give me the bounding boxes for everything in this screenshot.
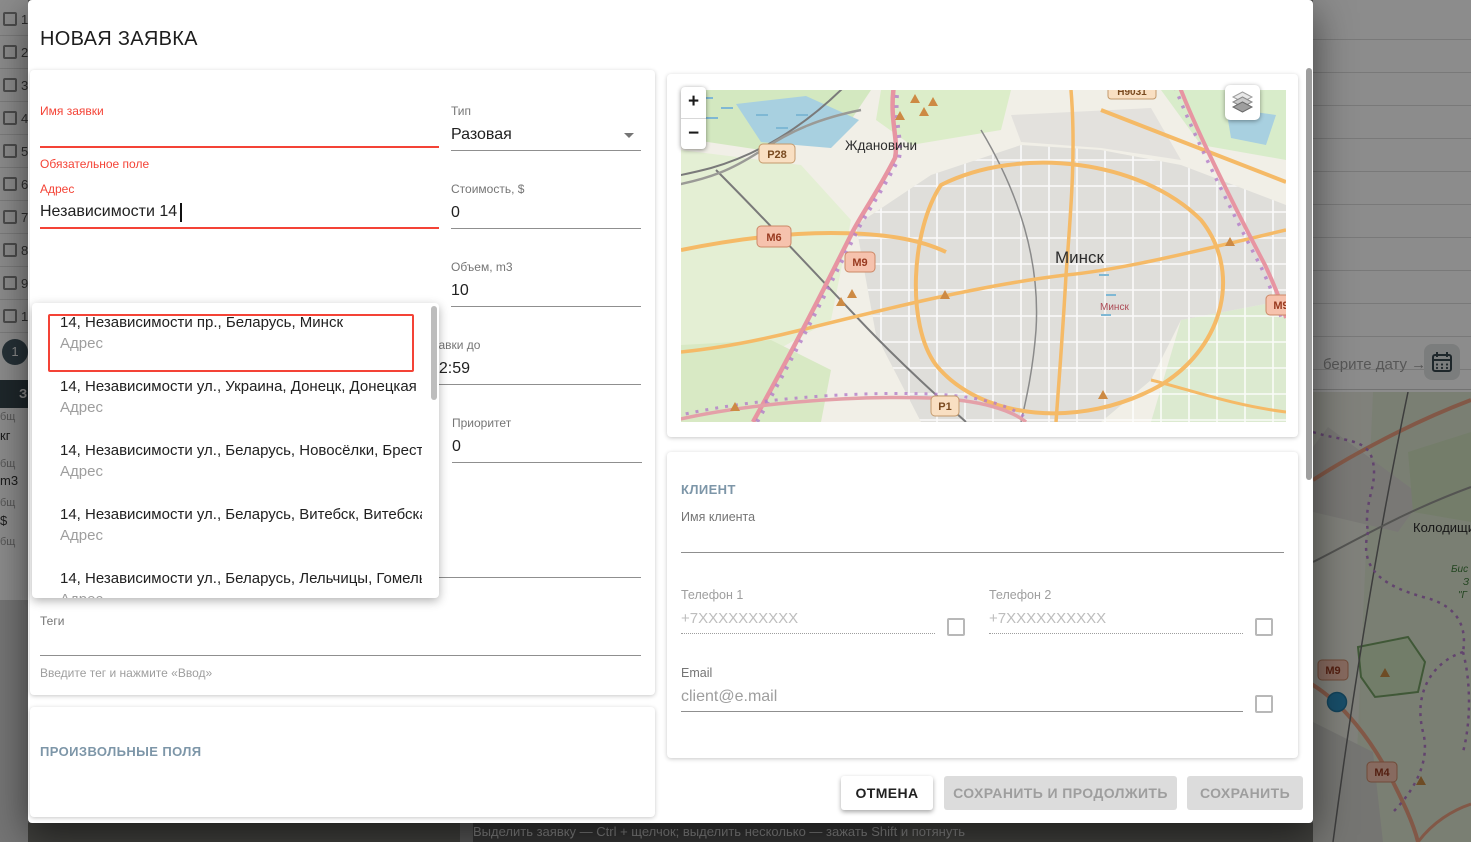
text-cursor: [180, 203, 182, 222]
modal-scrollbar[interactable]: [1306, 68, 1312, 480]
priority-label: Приоритет: [452, 416, 511, 430]
suggestion-title: 14, Независимости ул., Украина, Донецк, …: [60, 378, 422, 395]
suggestion-subtitle: Адрес: [60, 463, 103, 480]
new-order-modal: НОВАЯ ЗАЯВКА Имя заявки Обязательное пол…: [28, 0, 1313, 823]
tags-underline[interactable]: [40, 655, 641, 656]
screen: 1 2 3 4 5 6 7 8 9 10 1 З бщ кг бщ m3 бщ …: [0, 0, 1471, 842]
order-form-card: Имя заявки Обязательное поле Адрес Незав…: [30, 70, 655, 695]
order-name-error: Обязательное поле: [40, 157, 149, 171]
phone1-checkbox[interactable]: [947, 618, 965, 636]
phone2-label: Телефон 2: [989, 588, 1051, 602]
address-underline: [40, 227, 439, 229]
svg-text:М6: М6: [766, 232, 781, 244]
zoom-in-button[interactable]: +: [681, 87, 706, 118]
layers-icon: [1225, 85, 1260, 120]
suggestion-title: 14, Независимости ул., Беларусь, Лельчиц…: [60, 570, 422, 587]
cost-underline: [451, 228, 641, 229]
phone2-checkbox[interactable]: [1255, 618, 1273, 636]
save-and-continue-button[interactable]: СОХРАНИТЬ И ПРОДОЛЖИТЬ: [944, 776, 1177, 810]
suggestion-title: 14, Независимости ул., Беларусь, Витебск…: [60, 506, 422, 523]
type-label: Тип: [451, 104, 471, 118]
suggestion-item[interactable]: 14, Независимости ул., Беларусь, Новосёл…: [32, 431, 439, 495]
email-label: Email: [681, 666, 712, 680]
client-card: КЛИЕНТ Имя клиента Телефон 1 +7XXXXXXXXX…: [667, 452, 1298, 758]
svg-text:М9: М9: [852, 257, 867, 269]
email-input[interactable]: client@e.mail: [681, 688, 777, 706]
volume-input[interactable]: 10: [451, 282, 469, 300]
priority-input[interactable]: 0: [452, 438, 461, 456]
phone2-underline: [989, 633, 1243, 634]
modal-title: НОВАЯ ЗАЯВКА: [40, 28, 198, 51]
order-name-underline[interactable]: [40, 146, 439, 148]
priority-underline: [452, 462, 642, 463]
phone1-underline: [681, 633, 935, 634]
svg-text:Р1: Р1: [938, 401, 951, 413]
cancel-button[interactable]: ОТМЕНА: [841, 776, 933, 810]
address-input[interactable]: Независимости 14: [40, 203, 177, 221]
client-name-underline[interactable]: [681, 552, 1284, 553]
address-suggestions-dropdown: 14, Независимости пр., Беларусь, Минск А…: [32, 303, 439, 598]
suggestion-subtitle: Адрес: [60, 335, 103, 352]
volume-label: Объем, m3: [451, 260, 513, 274]
map-layers-button[interactable]: [1225, 85, 1260, 120]
suggestion-item[interactable]: 14, Независимости ул., Беларусь, Витебск…: [32, 495, 439, 559]
road-badge-p28: Р28: [759, 144, 795, 163]
custom-fields-heading: ПРОИЗВОЛЬНЫЕ ПОЛЯ: [40, 744, 202, 759]
map-card: Ждановичи Минск Минск Н9031 Р28 М6: [667, 74, 1298, 437]
type-select[interactable]: Разовая: [451, 126, 512, 144]
suggestion-item[interactable]: 14, Независимости пр., Беларусь, Минск А…: [32, 303, 439, 367]
suggestion-item[interactable]: 14, Независимости ул., Украина, Донецк, …: [32, 367, 439, 431]
phone2-input[interactable]: +7XXXXXXXXXX: [989, 610, 1106, 627]
order-name-label: Имя заявки: [40, 104, 104, 118]
tags-hint: Введите тег и нажмите «Ввод»: [40, 666, 212, 680]
suggestion-title: 14, Независимости ул., Беларусь, Новосёл…: [60, 442, 422, 459]
custom-fields-card: ПРОИЗВОЛЬНЫЕ ПОЛЯ: [30, 707, 655, 817]
email-checkbox[interactable]: [1255, 695, 1273, 713]
phone1-label: Телефон 1: [681, 588, 743, 602]
road-badge-m9-right: М9: [1266, 295, 1286, 315]
cost-input[interactable]: 0: [451, 204, 460, 222]
road-badge-m6: М6: [757, 226, 791, 247]
client-heading: КЛИЕНТ: [681, 482, 736, 497]
save-button[interactable]: СОХРАНИТЬ: [1187, 776, 1303, 810]
client-name-label: Имя клиента: [681, 510, 755, 524]
map-label-zhdanovichi: Ждановичи: [845, 138, 917, 153]
address-label: Адрес: [40, 182, 74, 196]
svg-text:Р28: Р28: [767, 149, 787, 161]
map[interactable]: Ждановичи Минск Минск Н9031 Р28 М6: [681, 90, 1286, 422]
suggestion-subtitle: Адрес: [60, 527, 103, 544]
suggestion-subtitle: Адрес: [60, 591, 103, 598]
volume-underline: [451, 306, 641, 307]
map-label-minsk: Минск: [1055, 248, 1105, 267]
svg-text:Н9031: Н9031: [1117, 90, 1147, 98]
type-underline: [451, 150, 641, 151]
map-zoom-control: + −: [681, 87, 706, 149]
road-badge-m9: М9: [845, 252, 875, 272]
suggestion-subtitle: Адрес: [60, 399, 103, 416]
email-underline: [681, 711, 1243, 712]
dropdown-scrollbar[interactable]: [431, 306, 437, 400]
svg-text:М9: М9: [1273, 300, 1286, 312]
map-label-minsk-station: Минск: [1100, 302, 1129, 313]
cost-label: Стоимость, $: [451, 182, 524, 196]
suggestion-item[interactable]: 14, Независимости ул., Беларусь, Лельчиц…: [32, 559, 439, 598]
phone1-input[interactable]: +7XXXXXXXXXX: [681, 610, 798, 627]
suggestion-title: 14, Независимости пр., Беларусь, Минск: [60, 314, 422, 331]
chevron-down-icon[interactable]: [624, 133, 634, 138]
road-badge-n-top: Н9031: [1108, 90, 1156, 99]
zoom-out-button[interactable]: −: [681, 118, 706, 149]
tags-label: Теги: [40, 614, 64, 628]
road-badge-p1: Р1: [931, 396, 959, 416]
